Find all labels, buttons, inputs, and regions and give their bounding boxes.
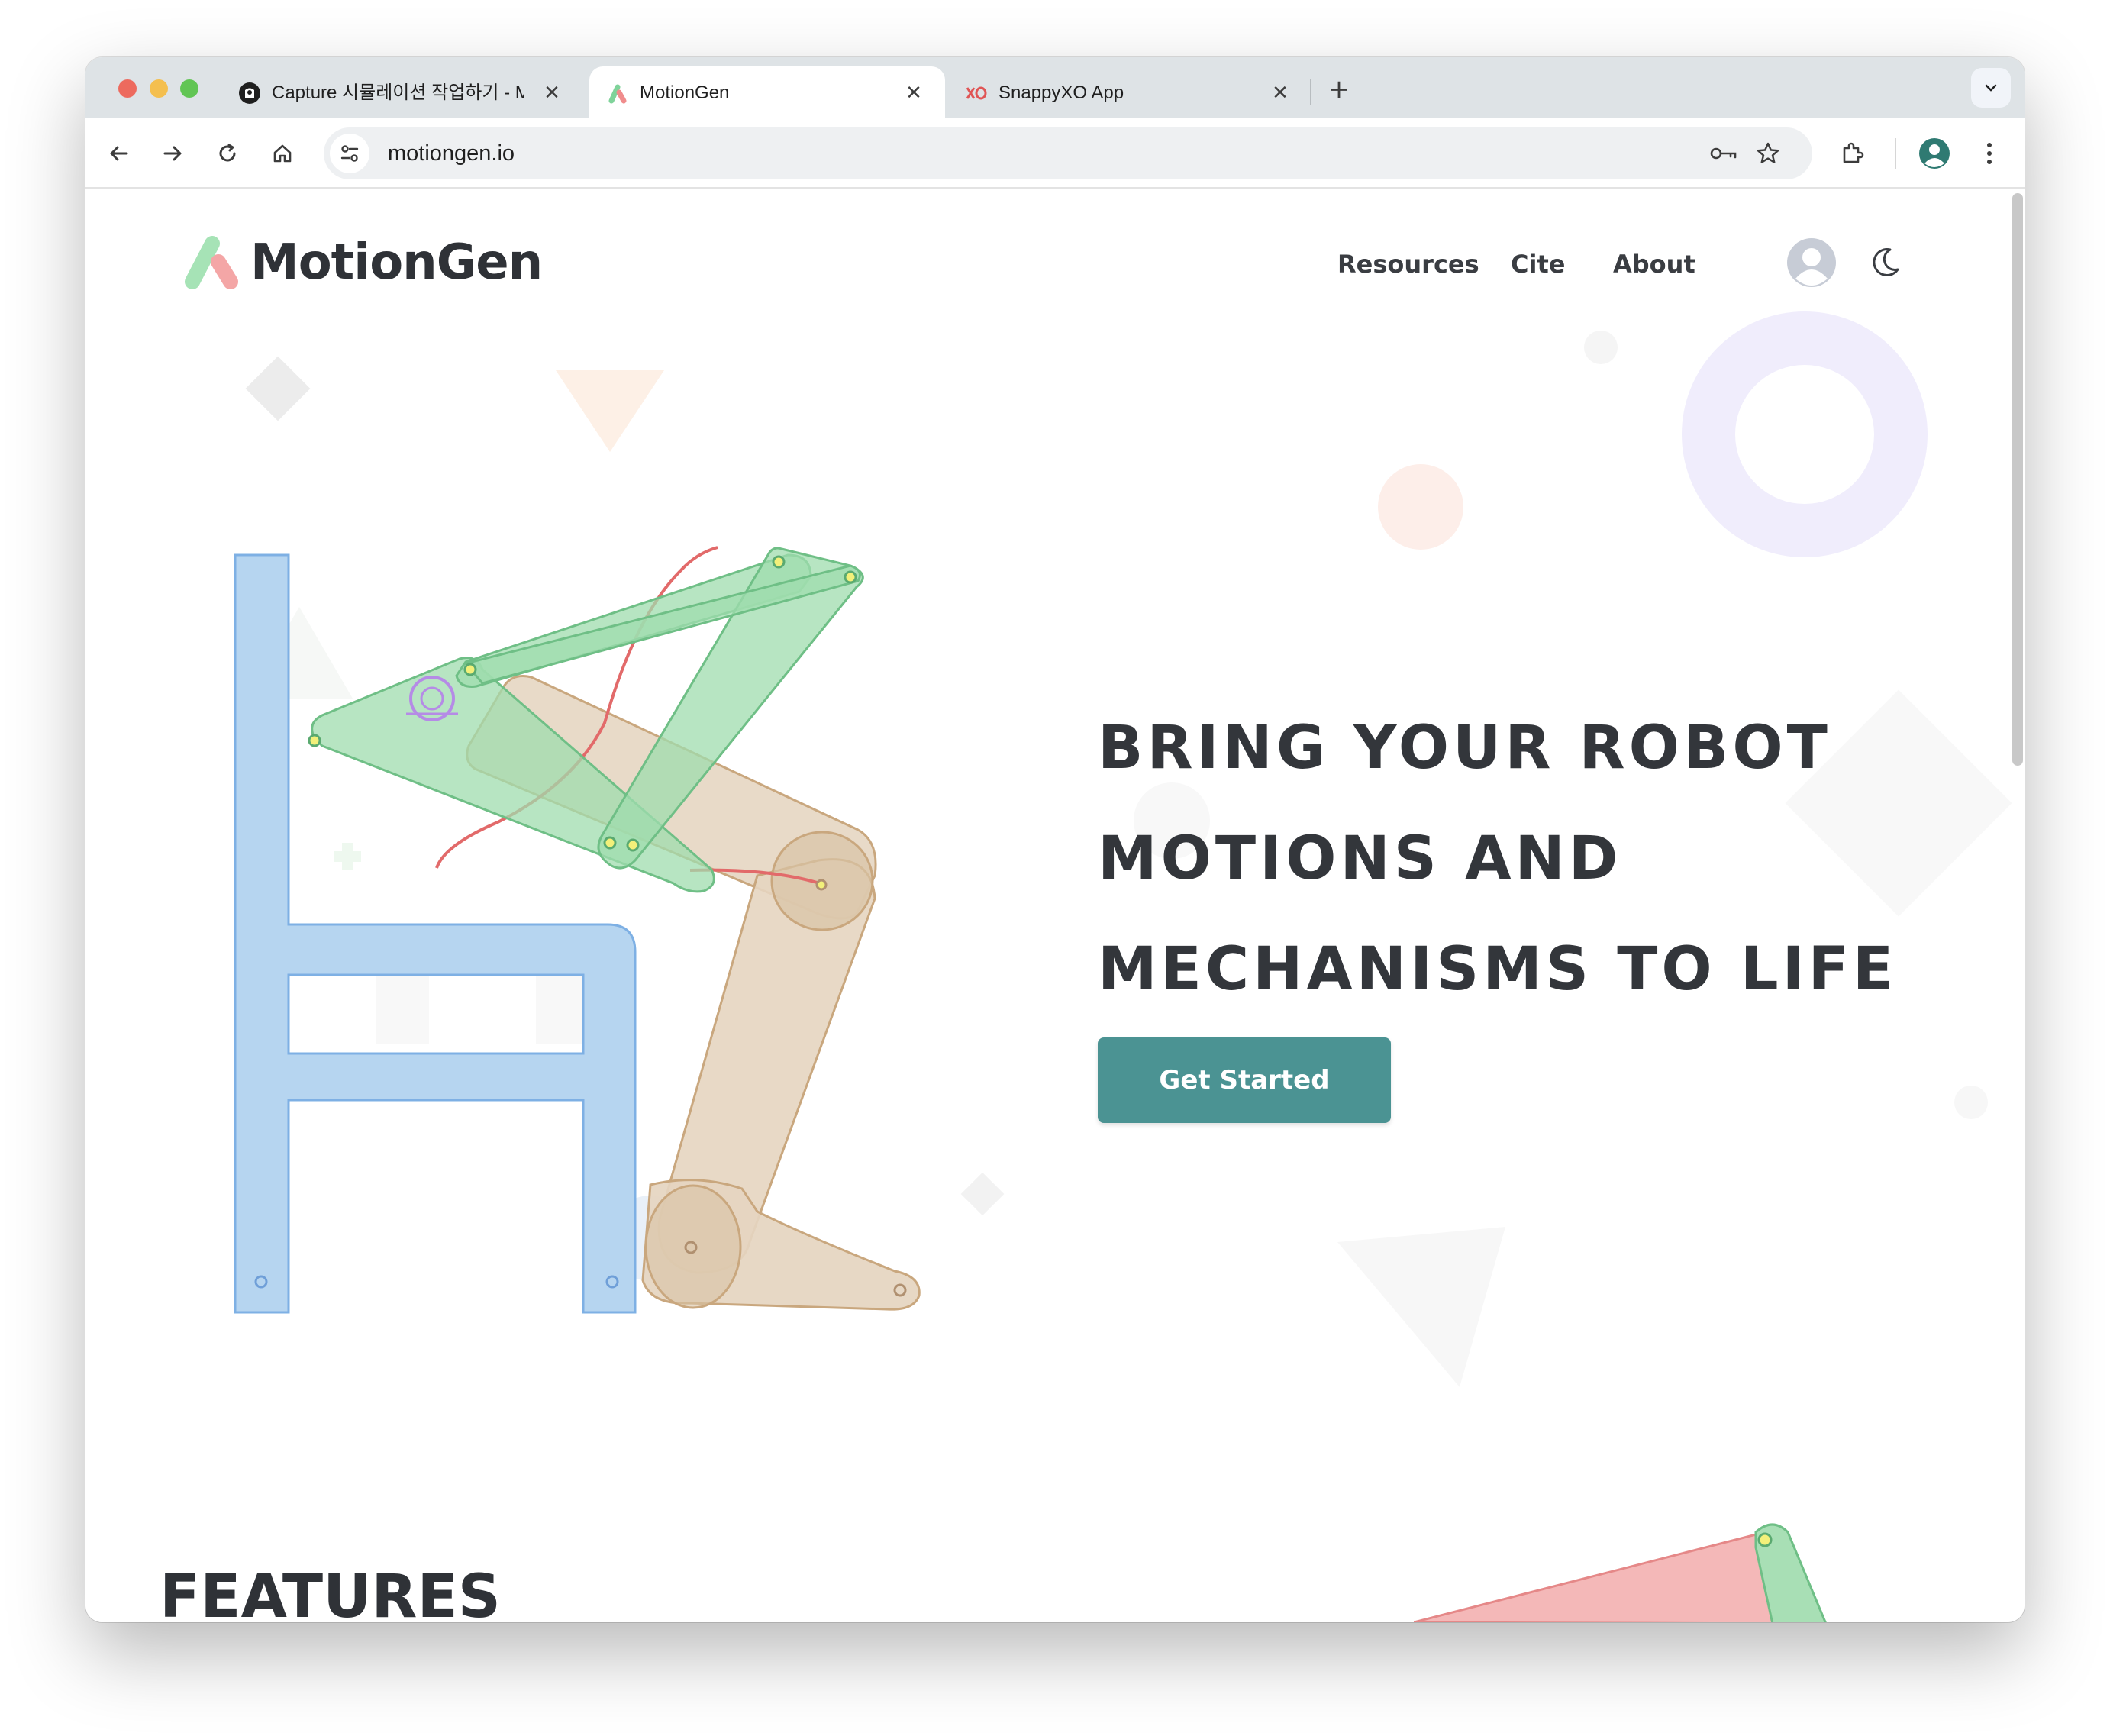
maximize-window-button[interactable] (180, 79, 198, 98)
browser-menu-button[interactable] (1971, 135, 2008, 172)
site-info-button[interactable] (330, 134, 369, 173)
arrow-right-icon (163, 146, 182, 161)
profile-button[interactable] (1916, 135, 1953, 172)
bookmark-button[interactable] (1750, 135, 1786, 172)
close-window-button[interactable] (118, 79, 137, 98)
star-icon (1757, 142, 1779, 163)
tab-title: Capture 시뮬레이션 작업하기 - M (272, 82, 524, 103)
new-tab-button[interactable]: + (1324, 74, 1354, 105)
tab-notion[interactable]: Capture 시뮬레이션 작업하기 - M ✕ (221, 66, 588, 118)
get-started-button[interactable]: Get Started (1098, 1037, 1391, 1123)
minimize-window-button[interactable] (150, 79, 168, 98)
address-bar[interactable]: motiongen.io (324, 127, 1812, 179)
features-heading: FEATURES (160, 1563, 501, 1622)
arrow-left-icon (110, 146, 128, 161)
home-button[interactable] (264, 135, 301, 172)
nav-link-about[interactable]: About (1613, 250, 1695, 279)
tab-motiongen[interactable]: MotionGen ✕ (589, 66, 945, 118)
browser-toolbar: motiongen.io (85, 118, 2025, 189)
toolbar-separator (1895, 138, 1896, 169)
motiongen-icon (608, 84, 627, 104)
notion-icon (239, 82, 260, 104)
key-icon (1710, 147, 1737, 160)
features-illustration (1414, 1523, 1827, 1622)
tab-title: SnappyXO App (999, 82, 1124, 103)
user-avatar-icon[interactable] (1786, 237, 1837, 288)
motiongen-logo-icon (185, 236, 238, 289)
back-button[interactable] (101, 135, 137, 172)
tab-close-button[interactable]: ✕ (902, 82, 925, 105)
tab-strip: Capture 시뮬레이션 작업하기 - M ✕ MotionGen ✕ Sna… (85, 57, 2025, 118)
tab-close-button[interactable]: ✕ (540, 82, 563, 105)
password-key-button[interactable] (1705, 135, 1742, 172)
page-scrollbar[interactable] (2012, 193, 2023, 766)
nav-link-cite[interactable]: Cite (1511, 250, 1565, 279)
tab-title: MotionGen (640, 82, 730, 103)
snappyxo-icon (966, 86, 987, 100)
more-vertical-icon (1987, 143, 1992, 164)
home-icon (273, 144, 292, 163)
site-logo[interactable]: MotionGen (182, 234, 543, 291)
web-page: MotionGen Resources Cite About BRING YOU… (85, 189, 2025, 1622)
hero-heading-line-1: BRING YOUR ROBOT (1098, 714, 1831, 782)
tune-icon (340, 145, 359, 162)
extensions-button[interactable] (1834, 135, 1870, 172)
tab-search-button[interactable] (1971, 68, 2011, 108)
reload-button[interactable] (209, 135, 246, 172)
tab-close-button[interactable]: ✕ (1269, 82, 1292, 105)
logo-text: MotionGen (250, 234, 543, 291)
url-text: motiongen.io (388, 141, 515, 166)
profile-avatar-icon (1919, 138, 1950, 169)
reload-icon (219, 144, 236, 162)
nav-link-resources[interactable]: Resources (1337, 250, 1479, 279)
hero-illustration (234, 546, 921, 1314)
dark-mode-toggle-icon[interactable] (1867, 245, 1902, 280)
tab-snappyxo[interactable]: SnappyXO App ✕ (948, 66, 1299, 118)
hero-heading-line-2: MOTIONS AND (1098, 824, 1622, 893)
forward-button[interactable] (154, 135, 191, 172)
puzzle-icon (1843, 142, 1864, 163)
chevron-down-icon (1985, 84, 1997, 92)
hero-heading-line-3: MECHANISMS TO LIFE (1098, 935, 1898, 1004)
tab-separator (1310, 79, 1311, 105)
browser-window: Capture 시뮬레이션 작업하기 - M ✕ MotionGen ✕ Sna… (85, 57, 2025, 1622)
